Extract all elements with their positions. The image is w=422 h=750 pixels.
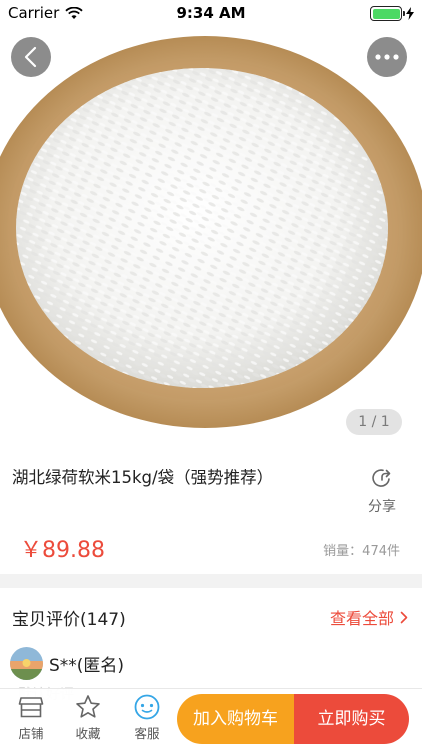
- store-icon: [18, 697, 44, 718]
- tab-customer-service-label: 客服: [134, 726, 160, 741]
- chevron-left-icon: [24, 46, 37, 68]
- share-button[interactable]: 分享: [362, 466, 402, 516]
- product-info: 湖北绿荷软米15kg/袋（强势推荐） 分享 ￥89.88 销量：474件: [0, 446, 422, 574]
- chevron-right-icon: [400, 611, 408, 623]
- add-to-cart-button[interactable]: 加入购物车: [177, 694, 294, 744]
- more-button[interactable]: [367, 37, 407, 77]
- buy-now-button[interactable]: 立即购买: [294, 694, 409, 744]
- back-button[interactable]: [11, 37, 51, 77]
- reviewer-name: S**(匿名): [49, 656, 125, 676]
- tab-store[interactable]: 店铺: [6, 693, 56, 742]
- page-indicator: 1 / 1: [346, 409, 402, 435]
- status-bar: Carrier 9:34 AM: [0, 0, 422, 28]
- star-icon: [76, 695, 100, 718]
- tab-favorite-label: 收藏: [75, 726, 101, 741]
- tab-customer-service[interactable]: 客服: [122, 693, 172, 742]
- bottom-action-bar: 店铺 收藏 客服 加入购物车 立即购买: [0, 688, 422, 750]
- reviews-section: 宝贝评价(147) 查看全部 S**(匿名) 默认好评: [0, 588, 422, 703]
- sales-count: 销量：474件: [323, 544, 400, 559]
- chat-icon: [134, 694, 160, 720]
- share-icon: [372, 469, 391, 487]
- avatar: [10, 647, 43, 680]
- product-price: ￥89.88: [20, 538, 105, 563]
- more-dots-icon: [375, 54, 399, 60]
- view-all-label: 查看全部: [329, 609, 394, 628]
- reviews-title: 宝贝评价(147): [12, 610, 126, 630]
- status-time: 9:34 AM: [176, 4, 246, 22]
- share-label: 分享: [368, 499, 396, 515]
- review-item[interactable]: S**(匿名): [10, 647, 124, 680]
- charging-icon: [406, 7, 414, 20]
- product-title: 湖北绿荷软米15kg/袋（强势推荐）: [12, 468, 274, 487]
- tab-favorite[interactable]: 收藏: [63, 693, 113, 742]
- product-image: [0, 36, 422, 428]
- battery-icon: [370, 6, 405, 21]
- section-divider: [0, 574, 422, 588]
- tab-store-label: 店铺: [18, 726, 44, 741]
- product-image-gallery[interactable]: 1 / 1: [0, 0, 422, 446]
- view-all-reviews-link[interactable]: 查看全部: [330, 605, 408, 629]
